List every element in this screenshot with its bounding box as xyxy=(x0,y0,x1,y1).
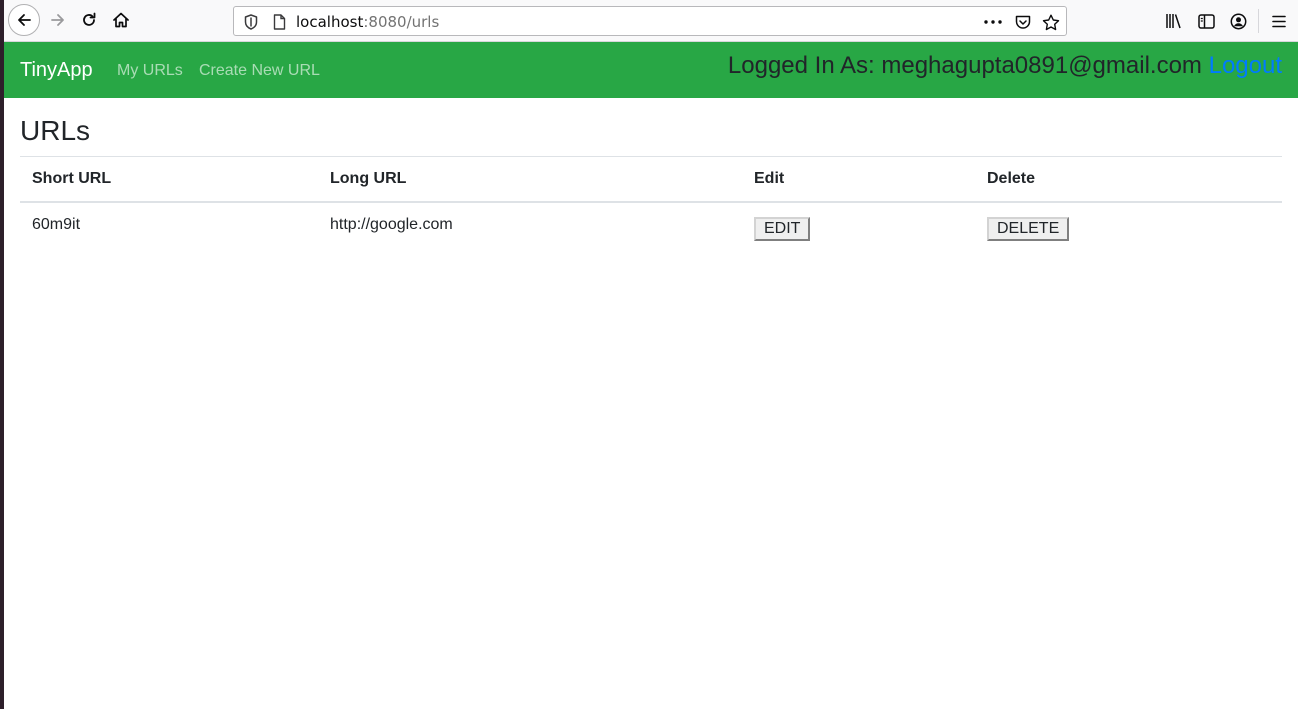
logged-in-label: Logged In As: meghagupta0891@gmail.com xyxy=(727,52,1202,79)
edit-button[interactable]: EDIT xyxy=(754,216,811,241)
column-header-short-url: Short URL xyxy=(20,156,318,203)
home-icon xyxy=(113,12,129,28)
sidebar-icon[interactable] xyxy=(1195,10,1217,32)
forward-button[interactable] xyxy=(42,4,74,36)
short-url-cell: 60m9it xyxy=(32,215,81,233)
forward-icon xyxy=(51,14,64,26)
column-header-edit: Edit xyxy=(742,156,975,203)
long-url-cell: http://google.com xyxy=(330,215,453,233)
home-button[interactable] xyxy=(105,4,137,36)
desktop-edge xyxy=(0,0,4,709)
reload-icon xyxy=(83,12,96,26)
menu-icon[interactable] xyxy=(1268,10,1290,32)
table-row: 60m9it http://google.com EDIT DELETE xyxy=(20,202,1282,253)
nav-link-my-urls[interactable]: My URLs xyxy=(117,61,183,81)
account-icon[interactable] xyxy=(1227,10,1249,32)
url-path: :8080/urls xyxy=(363,13,440,31)
back-button[interactable] xyxy=(8,4,40,36)
back-icon xyxy=(18,14,31,26)
delete-cell: DELETE xyxy=(975,202,1282,253)
pocket-icon[interactable] xyxy=(1012,12,1034,32)
nav-link-create-new-url[interactable]: Create New URL xyxy=(199,61,320,81)
navbar: TinyApp My URLs Create New URL Logged In… xyxy=(4,42,1298,98)
toolbar-separator xyxy=(1258,9,1259,33)
address-bar[interactable]: localhost:8080/urls xyxy=(233,6,1067,36)
shield-icon[interactable] xyxy=(242,13,260,31)
urls-table: Short URL Long URL Edit Delete 60m9it ht… xyxy=(20,156,1282,253)
browser-toolbar: localhost:8080/urls xyxy=(4,0,1298,42)
reload-button[interactable] xyxy=(73,4,105,36)
edit-cell: EDIT xyxy=(742,202,975,253)
url-host: localhost xyxy=(296,13,364,31)
library-icon[interactable] xyxy=(1163,10,1185,32)
brand-link[interactable]: TinyApp xyxy=(20,58,93,82)
delete-button[interactable]: DELETE xyxy=(987,216,1070,241)
url-text[interactable]: localhost:8080/urls xyxy=(296,13,439,31)
page-icon[interactable] xyxy=(270,13,288,31)
page-title: URLs xyxy=(20,115,91,146)
column-header-delete: Delete xyxy=(975,156,1282,203)
logout-link[interactable]: Logout xyxy=(1209,52,1282,79)
table-header-row: Short URL Long URL Edit Delete xyxy=(20,156,1282,203)
star-icon[interactable] xyxy=(1040,12,1062,32)
login-status: Logged In As: meghagupta0891@gmail.com L… xyxy=(728,52,1282,80)
more-icon[interactable] xyxy=(982,12,1004,32)
column-header-long-url: Long URL xyxy=(318,156,742,203)
